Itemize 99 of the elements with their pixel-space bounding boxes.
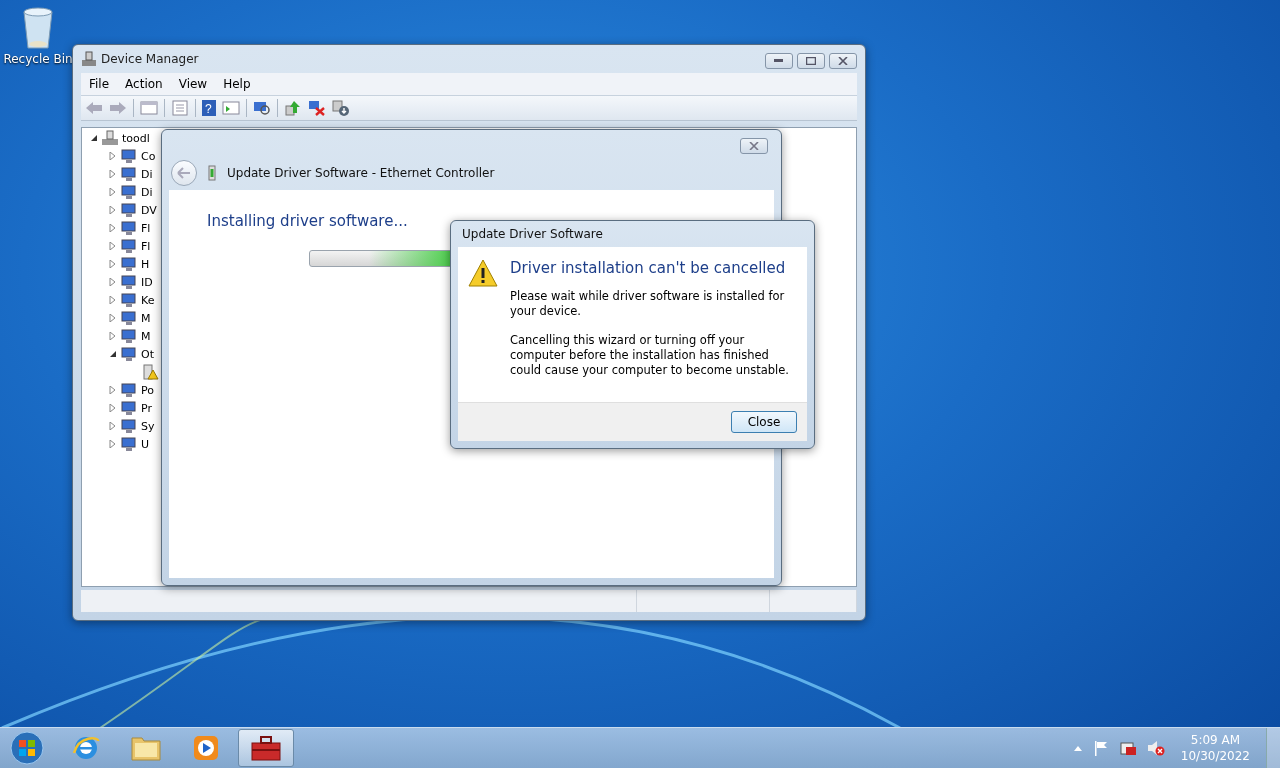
close-button[interactable] — [740, 138, 768, 154]
dialog-title: Update Driver Software — [461, 226, 604, 243]
back-arrow-icon[interactable] — [85, 100, 103, 116]
tree-item[interactable]: Di — [141, 167, 153, 181]
tree-item[interactable]: M — [141, 311, 151, 325]
folder-icon — [130, 734, 162, 762]
taskbar-button[interactable] — [238, 729, 294, 767]
tree-item[interactable]: toodl — [122, 131, 150, 145]
wizard-heading: Installing driver software... — [207, 212, 409, 230]
dialog-heading: Driver installation can't be cancelled — [510, 258, 787, 277]
close-button[interactable]: Close — [731, 411, 797, 433]
tree-item[interactable]: Ot — [141, 347, 154, 361]
window-title: Device Manager — [101, 52, 199, 66]
menu-item[interactable]: View — [170, 77, 216, 91]
update-driver-icon[interactable] — [284, 100, 302, 116]
minimize-icon — [774, 59, 784, 63]
maximize-icon — [806, 57, 816, 65]
minimize-button[interactable] — [765, 53, 793, 69]
device-icon — [120, 238, 138, 254]
menu-item[interactable]: Action — [117, 77, 171, 91]
scan-hardware-icon[interactable] — [253, 100, 271, 116]
device-icon — [120, 310, 138, 326]
tree-item[interactable]: ID — [141, 275, 153, 289]
network-error-icon[interactable] — [1118, 740, 1137, 756]
enable-device-icon[interactable] — [332, 100, 350, 116]
play-icon — [192, 734, 220, 762]
expand-arrow-icon[interactable] — [109, 296, 117, 304]
tree-item[interactable]: DV — [141, 203, 157, 217]
action-pane-icon[interactable] — [222, 100, 240, 116]
tree-item[interactable]: Pr — [141, 401, 152, 415]
tree-item[interactable]: H — [141, 257, 150, 271]
flag-icon[interactable] — [1092, 740, 1109, 756]
speaker-muted-icon[interactable] — [1146, 740, 1165, 756]
back-arrow-icon — [177, 167, 191, 179]
tree-item[interactable]: Ke — [141, 293, 155, 307]
back-button[interactable] — [171, 160, 197, 186]
computer-icon — [101, 130, 119, 146]
expand-arrow-icon[interactable] — [109, 386, 117, 394]
tree-item[interactable]: U — [141, 437, 150, 451]
clock-time: 5:09 AM — [1190, 732, 1241, 748]
properties-icon[interactable] — [171, 100, 189, 116]
expand-arrow-icon[interactable] — [109, 314, 117, 322]
close-icon — [749, 142, 759, 150]
expand-arrow-icon[interactable] — [109, 188, 117, 196]
desktop-icon-label[interactable]: Recycle Bin — [3, 52, 73, 66]
tree-item[interactable]: Po — [141, 383, 154, 397]
device-icon — [120, 220, 138, 236]
device-icon — [120, 292, 138, 308]
expand-arrow-icon[interactable] — [109, 332, 117, 340]
close-icon — [838, 57, 848, 65]
tree-item[interactable]: Di — [141, 185, 153, 199]
network-adapter-icon — [207, 165, 217, 181]
expand-arrow-icon[interactable] — [109, 152, 117, 160]
wizard-title: Update Driver Software - Ethernet Controller — [227, 166, 495, 180]
uninstall-icon[interactable] — [308, 100, 326, 116]
menu-item[interactable]: Help — [215, 77, 259, 91]
device-icon — [120, 436, 138, 452]
tree-item[interactable]: Sy — [141, 419, 155, 433]
device-icon — [120, 202, 138, 218]
computer-icon — [81, 51, 97, 67]
tree-item[interactable]: Fl — [141, 221, 151, 235]
expand-arrow-icon[interactable] — [109, 404, 117, 412]
maximize-button[interactable] — [797, 53, 825, 69]
collapse-arrow-icon[interactable] — [90, 134, 98, 142]
expand-arrow-icon[interactable] — [109, 422, 117, 430]
expand-arrow-icon[interactable] — [109, 260, 117, 268]
expand-arrow-icon[interactable] — [109, 206, 117, 214]
device-icon — [120, 328, 138, 344]
toolbox-icon — [250, 734, 282, 762]
device-icon — [120, 418, 138, 434]
expand-arrow-icon[interactable] — [109, 242, 117, 250]
device-icon — [120, 274, 138, 290]
menu-item[interactable]: File — [81, 77, 118, 91]
dialog-message: Please wait while driver software is installed for your device. — [510, 288, 786, 319]
tree-item[interactable]: Fl — [141, 239, 151, 253]
collapse-arrow-icon[interactable] — [109, 350, 117, 358]
expand-arrow-icon[interactable] — [109, 278, 117, 286]
device-icon — [120, 400, 138, 416]
dialog-message: Cancelling this wizard or turning off your computer before the installation has finished could cause your computer to become unstable. — [510, 332, 791, 378]
expand-arrow-icon[interactable] — [109, 224, 117, 232]
device-icon — [120, 346, 138, 362]
forward-arrow-icon[interactable] — [109, 100, 127, 116]
device-warning-icon[interactable] — [141, 364, 159, 380]
show-hidden-icons-icon[interactable] — [1072, 745, 1083, 751]
device-icon — [120, 382, 138, 398]
device-icon — [120, 184, 138, 200]
expand-arrow-icon[interactable] — [109, 440, 117, 448]
close-button[interactable] — [829, 53, 857, 69]
windows-logo-icon — [10, 731, 44, 765]
expand-arrow-icon[interactable] — [109, 170, 117, 178]
tree-item[interactable]: M — [141, 329, 151, 343]
device-icon — [120, 166, 138, 182]
device-icon — [120, 148, 138, 164]
warning-icon — [468, 258, 498, 287]
clock-date: 10/30/2022 — [1180, 748, 1250, 764]
help-icon[interactable]: ? — [202, 100, 216, 116]
device-icon — [120, 256, 138, 272]
console-tree-icon[interactable] — [140, 100, 158, 116]
tree-item[interactable]: Co — [141, 149, 156, 163]
